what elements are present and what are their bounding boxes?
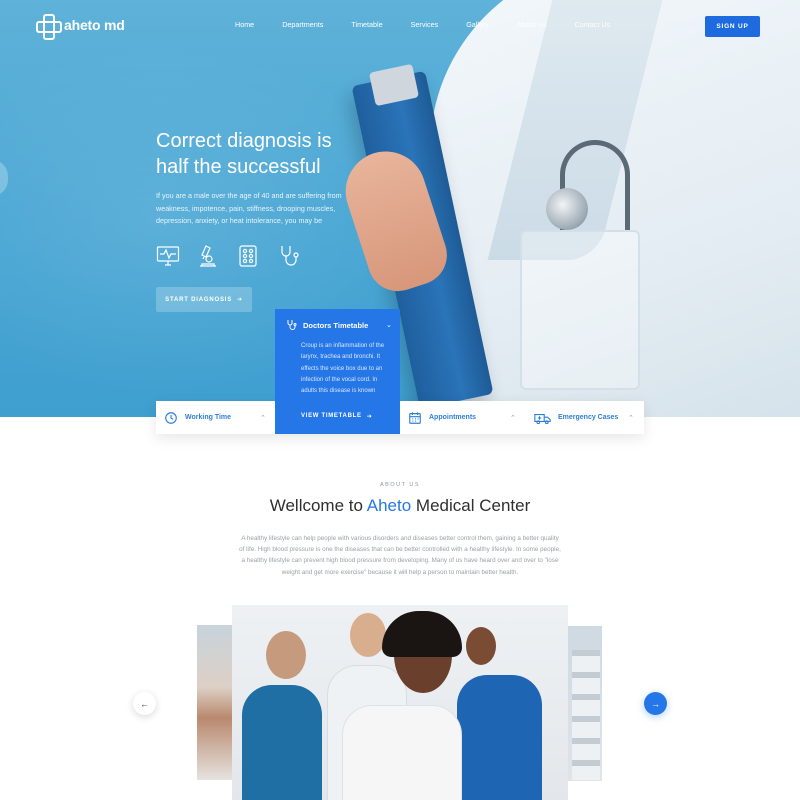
timetable-title: Doctors Timetable xyxy=(303,320,369,330)
start-diagnosis-button[interactable]: START DIAGNOSIS ➔ xyxy=(156,287,252,312)
cross-logo-icon xyxy=(36,14,62,40)
hero-section: aheto md Home Departments Timetable Serv… xyxy=(0,0,800,417)
about-title: Wellcome to Aheto Medical Center xyxy=(269,496,531,515)
chevron-up-icon: ⌃ xyxy=(628,415,634,422)
gallery-photo-prev xyxy=(197,625,233,780)
view-timetable-button[interactable]: VIEW TIMETABLE ➔ xyxy=(301,413,372,420)
calendar-icon xyxy=(409,411,421,424)
monitor-pulse-icon xyxy=(156,246,180,266)
stethoscope-icon xyxy=(287,320,297,330)
about-description: A healthy lifestyle can help people with… xyxy=(239,535,561,576)
appointments-toggle[interactable]: Appointments xyxy=(408,401,476,434)
microscope-icon xyxy=(200,245,216,267)
about-eyebrow: ABOUT US xyxy=(379,482,420,488)
chevron-down-icon[interactable]: ⌄ xyxy=(386,321,392,329)
gallery-photo-team xyxy=(232,605,568,800)
emergency-cases-toggle[interactable]: Emergency Cases xyxy=(534,401,618,434)
working-time-toggle[interactable]: Working Time xyxy=(164,401,231,434)
main-nav: Home Departments Timetable Services Gall… xyxy=(230,20,610,29)
pills-icon xyxy=(239,245,257,267)
arrow-right-icon: → xyxy=(651,698,660,709)
doctors-timetable-card: Doctors Timetable ⌄ Croup is an inflamma… xyxy=(275,309,400,434)
arrow-right-icon: ➔ xyxy=(366,414,373,420)
arrow-left-icon: ← xyxy=(140,698,149,709)
nav-home[interactable]: Home xyxy=(235,20,254,29)
arrow-right-icon: ➔ xyxy=(237,297,243,303)
nav-contact-us[interactable]: Contact Us xyxy=(575,20,611,29)
chevron-up-icon: ⌃ xyxy=(510,415,516,422)
hero-title: Correct diagnosis is half the successful xyxy=(156,130,332,178)
quick-info-bar: Working Time ⌃ Appointments ⌃ Emergency … xyxy=(156,401,644,434)
brand-logo[interactable]: aheto md xyxy=(36,14,125,40)
clock-icon xyxy=(165,411,177,424)
sign-in-link[interactable]: SIGN IN xyxy=(666,22,696,29)
stethoscope-image xyxy=(546,188,588,230)
nav-departments[interactable]: Departments xyxy=(282,20,323,29)
gallery-next-button[interactable]: → xyxy=(644,692,667,715)
gallery-prev-button[interactable]: ← xyxy=(133,692,156,715)
ambulance-icon xyxy=(534,413,551,424)
brand-name: aheto md xyxy=(64,17,125,33)
nav-timetable[interactable]: Timetable xyxy=(351,20,382,29)
stethoscope-icon xyxy=(281,246,299,266)
nav-about-us[interactable]: About Us xyxy=(517,20,547,29)
hero-description: If you are a male over the age of 40 and… xyxy=(156,191,342,225)
timetable-description: Croup is an inflammation of the larynx, … xyxy=(301,343,385,395)
hero-service-icons xyxy=(156,243,300,269)
chevron-up-icon: ⌃ xyxy=(260,415,266,422)
sign-up-button[interactable]: SIGN UP xyxy=(705,16,760,37)
nav-gallery[interactable]: Gallery xyxy=(466,20,489,29)
nav-services[interactable]: Services xyxy=(411,20,439,29)
